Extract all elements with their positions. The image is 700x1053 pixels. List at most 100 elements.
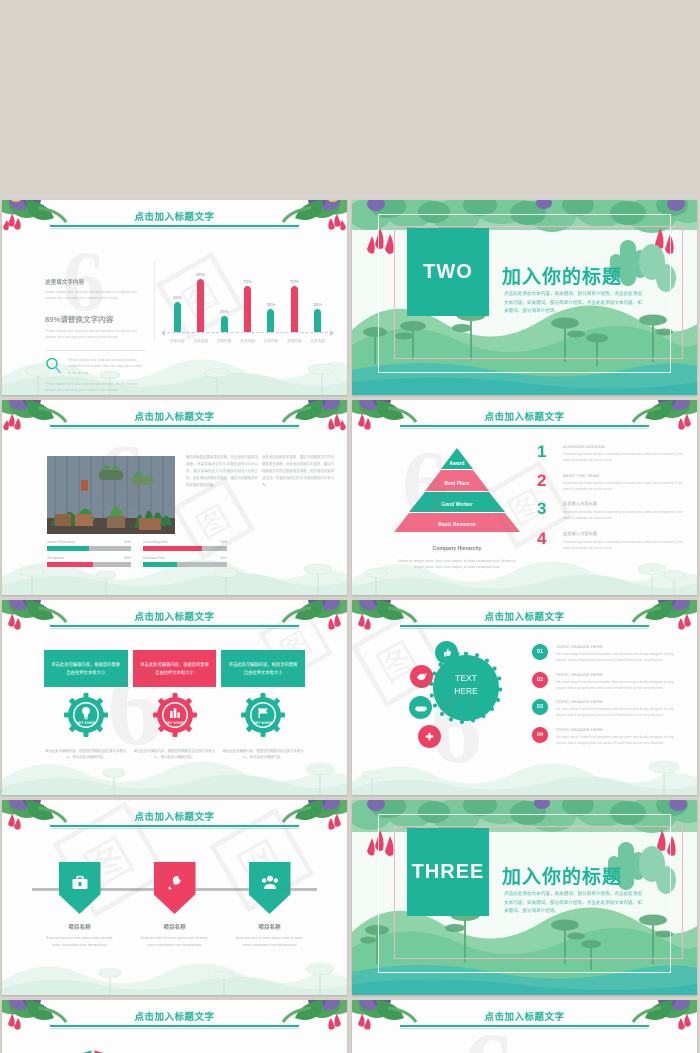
progress-track	[47, 562, 131, 567]
bar-value-label: 45%	[172, 295, 182, 301]
pin-item[interactable]: 项目名称 Body text here or lorem ipsum dolor…	[32, 862, 127, 948]
slide-11[interactable]: 点击加入标题文字	[2, 1000, 347, 1053]
shield-diagram[interactable]	[47, 1048, 139, 1053]
slide-06[interactable]: 点击加入标题文字 Award Best Place Good Worker Ba…	[352, 400, 697, 595]
bar	[243, 285, 251, 332]
bar-column: 80%	[193, 272, 208, 332]
label-box[interactable]: 单击此处可编辑内容，根据您的需要自由拉伸文本框大小	[44, 650, 128, 687]
pin-item[interactable]: 项目名称 Body text here or lorem ipsum dolor…	[222, 862, 317, 948]
gear-lightbulb[interactable]: KEY WORD	[63, 693, 108, 737]
bar-value-label: 80%	[196, 272, 206, 278]
vertical-divider	[154, 262, 155, 340]
pyramid-diagram[interactable]: Award Best Place Good Worker Basic Resou…	[394, 448, 520, 532]
row-clip-right: Content 02 Nullam quis ante. Etiam sit a…	[352, 0, 697, 88]
title-rule	[400, 425, 649, 428]
pin-shape	[58, 862, 101, 914]
progress-track	[143, 562, 227, 567]
list-item[interactable]: 1 MISSIONS MISSING Enveniam generally re…	[537, 442, 683, 464]
botanical-decoration-right	[267, 1000, 347, 1046]
progress-row: Wordpress 55%	[47, 556, 131, 567]
section-number-card: TWO	[407, 228, 489, 316]
item-badge: 01	[532, 644, 548, 660]
slide-03[interactable]: 点击加入标题文字 这里填文字内容 Please replace text, cl…	[2, 200, 347, 395]
bar-category-label: 文本内容	[193, 339, 208, 343]
people-icon	[261, 875, 278, 889]
slide-04[interactable]: TWO 加入你的标题 点击此处添加文本内容，如关键词、部分简单介绍等。点击此处添…	[352, 200, 697, 395]
item-body: Enveniam generally results in accepting …	[563, 452, 683, 463]
mini-bird[interactable]	[410, 665, 433, 688]
botanical-decoration-right	[267, 400, 347, 446]
list-item[interactable]: 4 这里输入内容标题 Enveniam generally results in…	[537, 530, 683, 552]
caption-row: 单击此处可编辑内容，根据您的需要自由拉伸文本框大小。单击此处可编辑内容。 单击此…	[44, 748, 305, 761]
pin-item[interactable]: 项目名称 Body text here or lorem ipsum dolor…	[127, 862, 222, 948]
svg-text:Best Place: Best Place	[444, 481, 470, 487]
item-number: 2	[537, 470, 547, 490]
progress-label: Consulting Web	[143, 540, 168, 544]
list-item[interactable]: 04 TOPIC HEADER HERE We have many PowerP…	[532, 726, 685, 747]
botanical-decoration-right	[617, 400, 697, 446]
slide-10[interactable]: THREE 加入你的标题 点击此处添加文本内容，如关键词、部分简单介绍等。点击此…	[352, 800, 697, 995]
bar-chart[interactable]: 45% 80% 25% 70% 35% 70% 35% 文本内容 文本内容 文本内容 文本内容 文本…	[161, 262, 334, 350]
progress-row: Adobe Photoshop 50%	[47, 540, 131, 551]
mini-thumbs-up[interactable]	[435, 641, 458, 664]
item-body: We have many PowerPoint templates that h…	[556, 652, 674, 663]
list-item[interactable]: 3 这里输入内容标题 Enveniam generally results in…	[537, 500, 683, 522]
gear-chart[interactable]: KEY WORD	[152, 693, 197, 737]
page-title: 点击加入标题文字	[134, 812, 215, 823]
page-title: 点击加入标题文字	[134, 1012, 215, 1023]
progress-label: Adobe Photoshop	[47, 540, 75, 544]
item-number: 1	[537, 442, 547, 461]
side-note-1: Please replace text, click add relevant …	[68, 358, 143, 375]
hills-decoration	[2, 733, 347, 795]
item-body: We have many PowerPoint templates that h…	[556, 679, 674, 690]
circle-text-line2: HERE	[454, 685, 478, 696]
gear-flag[interactable]: KEY WORD	[241, 693, 286, 737]
item-title: TOPIC HEADER HERE	[556, 671, 604, 677]
plus-icon	[425, 732, 434, 741]
slide-07[interactable]: 点击加入标题文字 单击此处可编辑内容，根据您的需要自由拉伸文本框大小 单击此处可…	[2, 600, 347, 795]
text-column: 此处添加详细文本描述，建议与标题相关并符合整体语言风格。此处添加详细文本描述，建…	[262, 455, 334, 487]
side-heading-2: 85%请替换文字内容	[45, 314, 114, 324]
mini-plus[interactable]	[418, 725, 441, 748]
label-box[interactable]: 单击此处可编辑内容，根据您的需要自由拉伸文本框大小	[132, 650, 217, 687]
bar-column: 35%	[264, 302, 279, 332]
gear-caption: 单击此处可编辑内容，根据您的需要自由拉伸文本框大小。单击此处可编辑内容。	[45, 749, 127, 760]
list-item[interactable]: 01 TOPIC HEADER HERE We have many PowerP…	[532, 644, 685, 664]
pin-body: Body text here or lorem ipsum dolor sit …	[45, 936, 114, 947]
pyramid-caption: Company Hierarchy	[432, 546, 482, 552]
slide-05[interactable]: 点击加入标题文字 Adobe Photoshop 50% Consulting …	[2, 400, 347, 595]
progress-fill	[47, 562, 94, 567]
bar	[220, 315, 228, 332]
bird-icon	[416, 673, 427, 681]
list-item[interactable]: 03 TOPIC HEADER HERE We have many PowerP…	[532, 699, 685, 719]
bar-value-label: 25%	[219, 308, 229, 314]
bar-category-label: 文本内容	[310, 339, 325, 343]
progress-fill	[143, 562, 177, 567]
progress-value: 50%	[123, 540, 131, 544]
label-box[interactable]: 单击此处可编辑内容，根据您的需要自由拉伸文本框大小	[221, 650, 306, 687]
slide-grid: ✓ 加入标题描述 Lorem ipsum dolor sit amet, con…	[0, 0, 700, 1053]
section-subtext: 点击此处添加文本内容，如关键词、部分简单介绍等。点击此处添加文本内容，如关键词、…	[504, 291, 642, 314]
mini-sofa[interactable]	[409, 696, 432, 719]
item-body: Enveniam generally results in accepting …	[563, 480, 683, 491]
progress-grid: Adobe Photoshop 50% Consulting Web 70% Wor…	[47, 540, 227, 567]
botanical-decoration-right	[267, 800, 347, 846]
slide-09[interactable]: 点击加入标题文字 项目名称 Body text here or lorem ip…	[2, 800, 347, 995]
wrench-icon	[167, 875, 181, 890]
bar-value-label: 70%	[289, 278, 299, 284]
pin-body: Body text here or lorem ipsum dolor sit …	[140, 936, 209, 947]
slide-12[interactable]: 点击加入标题文字 1 TITLE HERE 如果您对字体形式不满意可以在页面顶部…	[352, 1000, 697, 1053]
numbered-list: 01 TOPIC HEADER HERE We have many PowerP…	[532, 644, 685, 754]
botanical-decoration-right	[617, 1000, 697, 1046]
bar-category-label: 文本内容	[240, 339, 255, 343]
botanical-decoration-left	[352, 1000, 432, 1046]
slide-08[interactable]: 点击加入标题文字 TEXT HERE 01 TOPIC HEADER HERE …	[352, 600, 697, 795]
page-title: 点击加入标题文字	[484, 612, 565, 623]
list-item[interactable]: 02 TOPIC HEADER HERE We have many PowerP…	[532, 671, 685, 692]
list-item[interactable]: 2 MEET THE TEAM Enveniam generally resul…	[537, 470, 683, 493]
item-badge: 04	[532, 726, 548, 743]
pin-body: Body text here or lorem ipsum dolor sit …	[235, 936, 304, 947]
pin-label: 项目名称	[258, 925, 281, 931]
pin-shape	[153, 862, 196, 914]
section-heading: 加入你的标题	[502, 267, 623, 288]
